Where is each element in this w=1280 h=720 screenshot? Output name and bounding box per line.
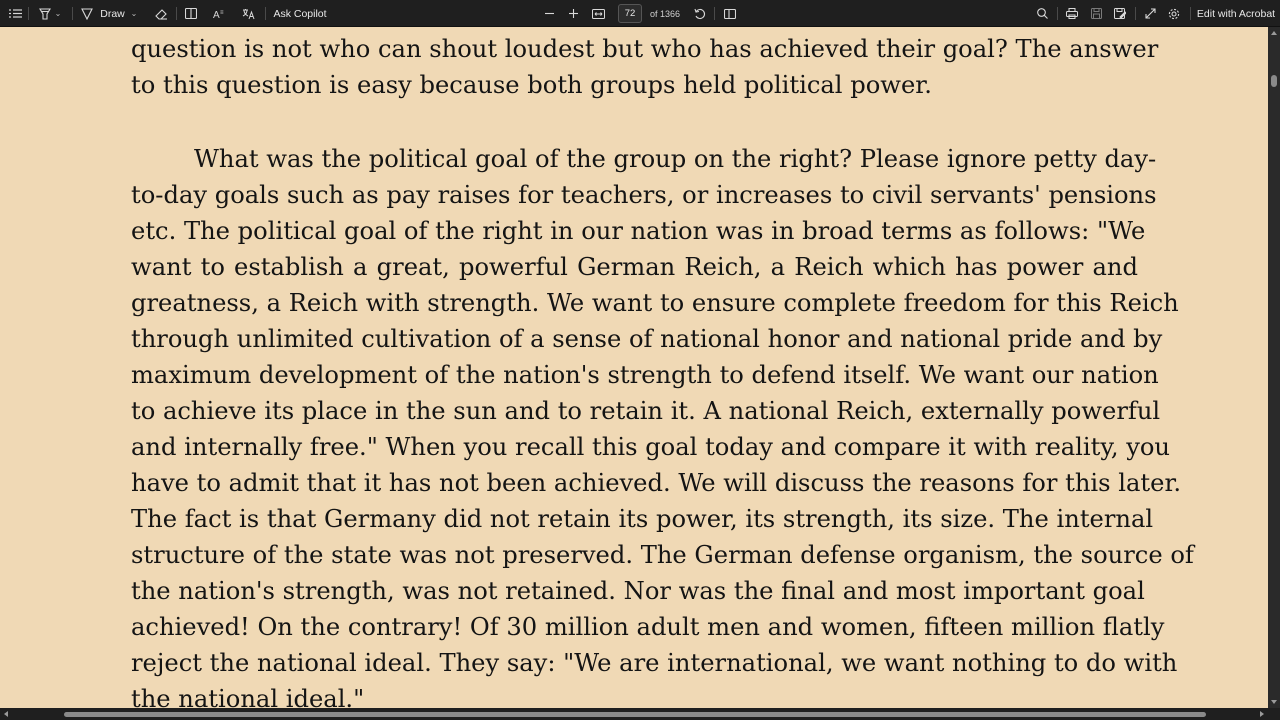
text-line: structure of the state was not preserved… xyxy=(131,541,1194,569)
scroll-down-arrow-icon[interactable] xyxy=(1271,700,1277,704)
horizontal-scroll-thumb[interactable] xyxy=(64,712,1206,717)
ask-copilot-button[interactable]: Ask Copilot xyxy=(272,0,328,27)
print-button[interactable] xyxy=(1063,0,1081,27)
svg-text:A: A xyxy=(213,10,220,20)
pdf-toolbar: ⌄ Draw ⌄ A ≡ Ask Copilot 72 of 1366 Edit… xyxy=(0,0,1280,27)
fullscreen-button[interactable] xyxy=(1141,0,1159,27)
toolbar-divider xyxy=(1057,7,1058,20)
highlighter-icon xyxy=(38,7,51,20)
edit-with-acrobat-label: Edit with Acrobat xyxy=(1196,7,1276,20)
page-layout-button[interactable] xyxy=(721,0,739,27)
translate-button[interactable] xyxy=(240,0,258,27)
text-line: the national ideal." xyxy=(131,685,365,710)
toolbar-divider xyxy=(1135,7,1136,20)
toolbar-divider xyxy=(265,7,266,20)
text-line: What was the political goal of the group… xyxy=(194,145,1157,173)
pdf-page: question is not who can shout loudest bu… xyxy=(0,27,1268,710)
chevron-down-icon: ⌄ xyxy=(54,9,62,18)
text-line: have to admit that it has not been achie… xyxy=(131,469,1182,497)
printer-icon xyxy=(1066,8,1078,19)
rotate-button[interactable] xyxy=(692,0,708,27)
edit-with-acrobat-button[interactable]: Edit with Acrobat xyxy=(1196,0,1276,27)
text-line: want to establish a great, powerful Germ… xyxy=(131,253,1138,281)
zoom-out-button[interactable] xyxy=(542,0,556,27)
ask-copilot-label: Ask Copilot xyxy=(273,7,327,20)
page-total-label: of 1366 xyxy=(650,8,681,19)
text-line: greatness, a Reich with strength. We wan… xyxy=(131,289,1179,317)
rotate-icon xyxy=(694,8,706,19)
horizontal-scrollbar[interactable] xyxy=(0,708,1280,720)
zoom-in-button[interactable] xyxy=(566,0,580,27)
text-line: to achieve its place in the sun and to r… xyxy=(131,397,1161,425)
text-line: question is not who can shout loudest bu… xyxy=(131,35,1159,63)
page-view-icon xyxy=(185,8,197,19)
gear-icon xyxy=(1168,8,1180,19)
contents-list-icon[interactable] xyxy=(6,0,24,27)
save-button[interactable] xyxy=(1087,0,1105,27)
fit-width-icon xyxy=(591,8,605,19)
draw-options-dropdown[interactable]: ⌄ xyxy=(128,0,140,27)
text-line: maximum development of the nation's stre… xyxy=(131,361,1159,389)
text-line: and internally free." When you recall th… xyxy=(131,433,1170,461)
draw-label: Draw xyxy=(100,7,125,20)
page-number-input[interactable]: 72 xyxy=(618,4,642,23)
scroll-up-arrow-icon[interactable] xyxy=(1271,31,1277,35)
fit-page-button[interactable] xyxy=(590,0,606,27)
page-view-button[interactable] xyxy=(182,0,200,27)
search-icon xyxy=(1036,8,1048,19)
draw-button[interactable]: Draw xyxy=(80,0,126,27)
scroll-left-arrow-icon[interactable] xyxy=(4,711,8,717)
scroll-right-arrow-icon[interactable] xyxy=(1260,711,1264,717)
eraser-icon xyxy=(154,8,167,20)
settings-button[interactable] xyxy=(1165,0,1183,27)
toolbar-divider xyxy=(1190,7,1191,20)
read-aloud-button[interactable]: A ≡ xyxy=(211,0,229,27)
save-disk-icon xyxy=(1090,8,1102,19)
read-aloud-icon: A ≡ xyxy=(213,10,224,20)
plus-icon xyxy=(568,9,578,18)
text-line: through unlimited cultivation of a sense… xyxy=(131,325,1163,353)
save-as-icon xyxy=(1114,8,1126,19)
eraser-button[interactable] xyxy=(152,0,170,27)
search-button[interactable] xyxy=(1033,0,1051,27)
draw-pen-icon xyxy=(81,7,94,20)
paragraph-continued: question is not who can shout loudest bu… xyxy=(131,31,1159,103)
expand-icon xyxy=(1144,8,1156,19)
text-line: The fact is that Germany did not retain … xyxy=(131,505,1154,533)
text-line: reject the national ideal. They say: "We… xyxy=(131,649,1178,677)
text-line: etc. The political goal of the right in … xyxy=(131,217,1146,245)
toolbar-divider xyxy=(714,7,715,20)
text-line: the nation's strength, was not retained.… xyxy=(131,577,1145,605)
toolbar-divider xyxy=(72,7,73,20)
vertical-scroll-thumb[interactable] xyxy=(1271,75,1277,87)
text-line: to-day goals such as pay raises for teac… xyxy=(131,181,1157,209)
save-as-button[interactable] xyxy=(1111,0,1129,27)
svg-text:≡: ≡ xyxy=(220,10,224,16)
two-page-icon xyxy=(724,8,736,19)
minus-icon xyxy=(544,12,554,15)
toolbar-divider xyxy=(28,7,29,20)
translate-icon xyxy=(242,8,255,19)
chevron-down-icon: ⌄ xyxy=(130,9,138,18)
text-line: achieved! On the contrary! Of 30 million… xyxy=(131,613,1165,641)
text-line: to this question is easy because both gr… xyxy=(131,71,932,99)
toolbar-divider xyxy=(176,7,177,20)
paragraph-political-goal: What was the political goal of the group… xyxy=(131,141,1194,710)
highlight-tool-button[interactable]: ⌄ xyxy=(34,0,66,27)
vertical-scrollbar[interactable] xyxy=(1268,27,1280,708)
